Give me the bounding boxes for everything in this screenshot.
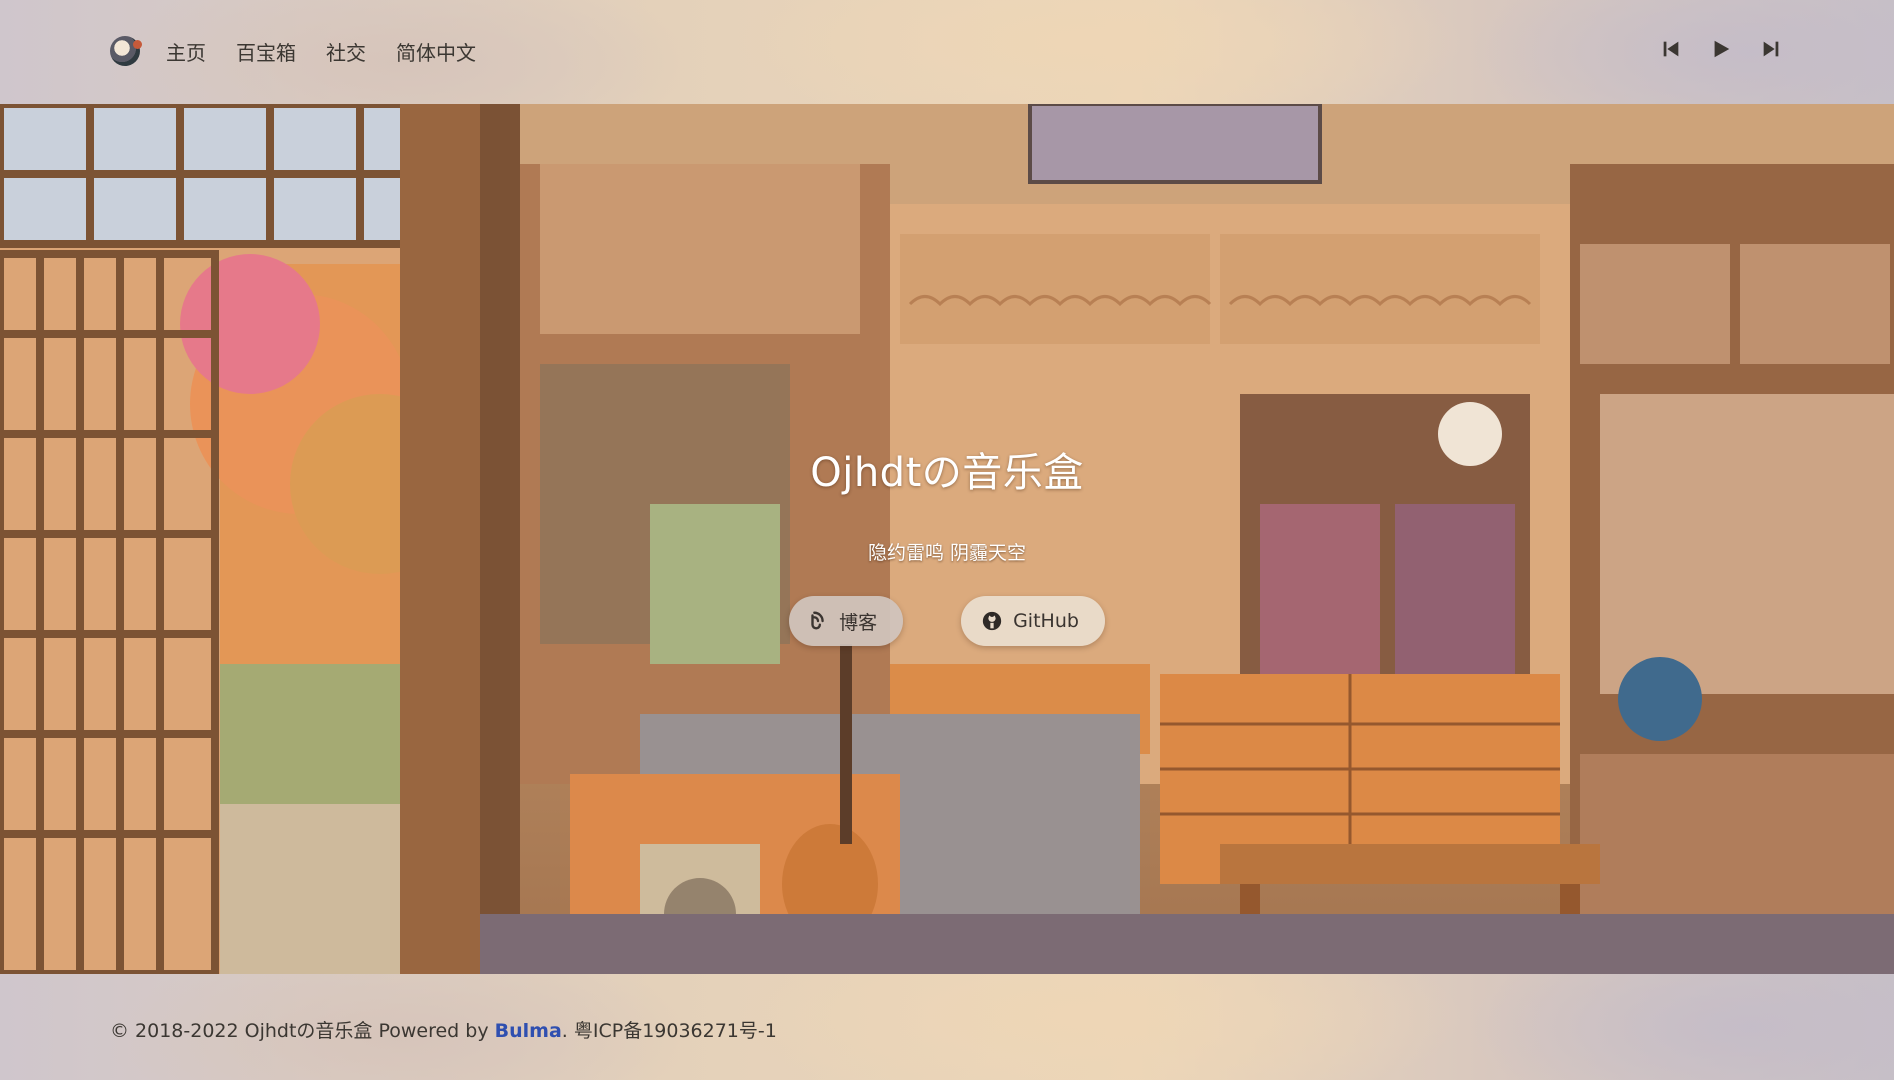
skip-previous-icon[interactable] xyxy=(1660,38,1682,60)
blog-button[interactable]: 博客 xyxy=(789,596,904,646)
footer-text: © 2018-2022 Ojhdtの音乐盒 Powered by Bulma. … xyxy=(110,1016,777,1043)
cat-avatar-icon[interactable] xyxy=(110,36,142,66)
footer-icp[interactable]: . 粤ICP备19036271号-1 xyxy=(562,1020,777,1042)
hero-subtitle: 隐约雷鸣 阴霾天空 xyxy=(867,542,1027,564)
nav-toolbox[interactable]: 百宝箱 xyxy=(236,37,296,66)
hero-section: Ojhdtの音乐盒 隐约雷鸣 阴霾天空 博客 GitHub xyxy=(0,104,1894,974)
nav-home[interactable]: 主页 xyxy=(166,37,206,66)
nav-language[interactable]: 简体中文 xyxy=(396,37,476,66)
hero-buttons: 博客 GitHub xyxy=(0,596,1894,646)
bulma-link[interactable]: Bulma xyxy=(495,1020,562,1042)
github-button[interactable]: GitHub xyxy=(961,596,1105,646)
top-nav: 主页 百宝箱 社交 简体中文 xyxy=(110,36,506,66)
skip-next-icon[interactable] xyxy=(1760,38,1782,60)
music-player-controls xyxy=(1660,38,1782,60)
header: 主页 百宝箱 社交 简体中文 xyxy=(0,0,1894,104)
hero-title: Ojhdtの音乐盒 xyxy=(810,450,1084,496)
blog-button-label: 博客 xyxy=(839,611,878,634)
blog-icon xyxy=(811,611,824,630)
play-icon[interactable] xyxy=(1710,38,1732,60)
footer-copyright: © 2018-2022 Ojhdtの音乐盒 Powered by xyxy=(110,1020,495,1042)
hero-content: Ojhdtの音乐盒 隐约雷鸣 阴霾天空 博客 GitHub xyxy=(0,104,1894,974)
github-button-label: GitHub xyxy=(1013,610,1079,632)
nav-social[interactable]: 社交 xyxy=(326,37,366,66)
github-icon xyxy=(982,611,1002,631)
